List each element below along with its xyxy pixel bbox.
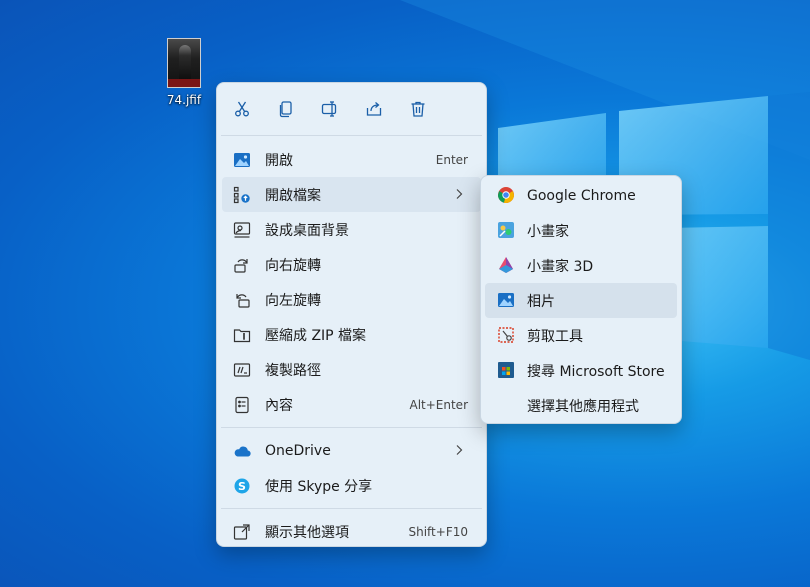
rotate-left-icon bbox=[236, 294, 250, 308]
share-button[interactable] bbox=[363, 98, 385, 120]
menu-item-set-wallpaper[interactable]: 設成桌面背景 bbox=[222, 212, 481, 247]
image-thumbnail-icon bbox=[167, 38, 201, 88]
rename-icon bbox=[321, 101, 337, 117]
delete-button[interactable] bbox=[407, 98, 429, 120]
properties-icon bbox=[235, 396, 249, 414]
menu-item-rotate-left[interactable]: 向左旋轉 bbox=[222, 282, 481, 317]
menu-item-compress-zip[interactable]: 壓縮成 ZIP 檔案 bbox=[222, 317, 481, 352]
photo-icon bbox=[234, 153, 250, 167]
menu-item-skype-share[interactable]: S 使用 Skype 分享 bbox=[222, 468, 481, 503]
open-with-icon bbox=[233, 186, 250, 204]
submenu-item-label: 小畫家 bbox=[527, 223, 569, 240]
menu-item-label: 壓縮成 ZIP 檔案 bbox=[265, 327, 367, 344]
submenu-item-google-chrome[interactable]: Google Chrome bbox=[485, 178, 677, 213]
menu-item-label: 複製路徑 bbox=[265, 362, 321, 379]
submenu-item-label: 小畫家 3D bbox=[527, 258, 594, 275]
chrome-icon bbox=[498, 187, 514, 203]
snipping-tool-icon bbox=[498, 327, 514, 343]
submenu-item-paint-3d[interactable]: 小畫家 3D bbox=[485, 248, 677, 283]
menu-item-open-with[interactable]: 開啟檔案 bbox=[222, 177, 481, 212]
context-menu-toolbar bbox=[217, 83, 486, 135]
wallpaper-icon bbox=[233, 222, 251, 238]
trash-icon bbox=[411, 101, 425, 117]
submenu-item-choose-other-app[interactable]: 選擇其他應用程式 bbox=[485, 388, 677, 423]
microsoft-store-icon bbox=[498, 362, 514, 378]
shortcut-text: Shift+F10 bbox=[408, 524, 468, 539]
menu-item-rotate-right[interactable]: 向右旋轉 bbox=[222, 247, 481, 282]
open-with-submenu: Google Chrome 小畫家 小畫家 3D 相片 剪取工具 搜尋 Micr… bbox=[480, 175, 682, 424]
submenu-item-label: 選擇其他應用程式 bbox=[527, 398, 639, 415]
svg-text:S: S bbox=[238, 480, 246, 493]
more-options-icon bbox=[233, 524, 250, 540]
menu-item-label: 開啟檔案 bbox=[265, 187, 321, 204]
zip-icon bbox=[233, 329, 251, 343]
shortcut-text: Alt+Enter bbox=[409, 397, 468, 412]
file-name: 74.jfif bbox=[166, 93, 202, 107]
submenu-item-snipping-tool[interactable]: 剪取工具 bbox=[485, 318, 677, 353]
submenu-item-microsoft-store[interactable]: 搜尋 Microsoft Store bbox=[485, 353, 677, 388]
menu-item-label: 內容 bbox=[265, 397, 293, 414]
menu-item-onedrive[interactable]: OneDrive bbox=[222, 433, 481, 468]
menu-item-label: OneDrive bbox=[265, 442, 331, 459]
copy-icon bbox=[279, 101, 292, 118]
paint-3d-icon bbox=[499, 257, 513, 273]
scissors-icon bbox=[235, 101, 249, 117]
photos-icon bbox=[498, 293, 514, 307]
rename-button[interactable] bbox=[319, 98, 341, 120]
menu-item-properties[interactable]: 內容 Alt+Enter bbox=[222, 387, 481, 422]
rotate-right-icon bbox=[234, 259, 248, 273]
submenu-item-paint[interactable]: 小畫家 bbox=[485, 213, 677, 248]
shortcut-text: Enter bbox=[435, 152, 468, 167]
desktop-file[interactable]: 74.jfif bbox=[158, 34, 210, 107]
chevron-right-icon bbox=[456, 189, 463, 199]
menu-item-label: 顯示其他選項 bbox=[265, 524, 349, 541]
copy-path-icon bbox=[233, 363, 251, 377]
menu-item-more-options[interactable]: 顯示其他選項 Shift+F10 bbox=[222, 514, 481, 549]
share-icon bbox=[366, 102, 382, 116]
submenu-item-label: 搜尋 Microsoft Store bbox=[527, 363, 665, 380]
chevron-right-icon bbox=[456, 445, 463, 455]
menu-item-label: 向右旋轉 bbox=[265, 257, 321, 274]
menu-item-label: 設成桌面背景 bbox=[265, 222, 349, 239]
onedrive-icon bbox=[234, 446, 251, 457]
cut-button[interactable] bbox=[231, 98, 253, 120]
submenu-item-photos[interactable]: 相片 bbox=[485, 283, 677, 318]
menu-item-copy-path[interactable]: 複製路徑 bbox=[222, 352, 481, 387]
menu-item-label: 開啟 bbox=[265, 152, 293, 169]
skype-icon: S bbox=[234, 478, 250, 494]
submenu-item-label: 相片 bbox=[527, 293, 555, 310]
menu-item-label: 使用 Skype 分享 bbox=[265, 478, 373, 495]
context-menu: 開啟 Enter 開啟檔案 設成桌面背景 向右旋轉 向左旋轉 壓縮成 ZIP 檔… bbox=[216, 82, 487, 547]
submenu-item-label: 剪取工具 bbox=[527, 328, 583, 345]
menu-item-open[interactable]: 開啟 Enter bbox=[222, 142, 481, 177]
paint-icon bbox=[498, 222, 514, 238]
submenu-item-label: Google Chrome bbox=[527, 187, 636, 204]
copy-button[interactable] bbox=[275, 98, 297, 120]
menu-item-label: 向左旋轉 bbox=[265, 292, 321, 309]
